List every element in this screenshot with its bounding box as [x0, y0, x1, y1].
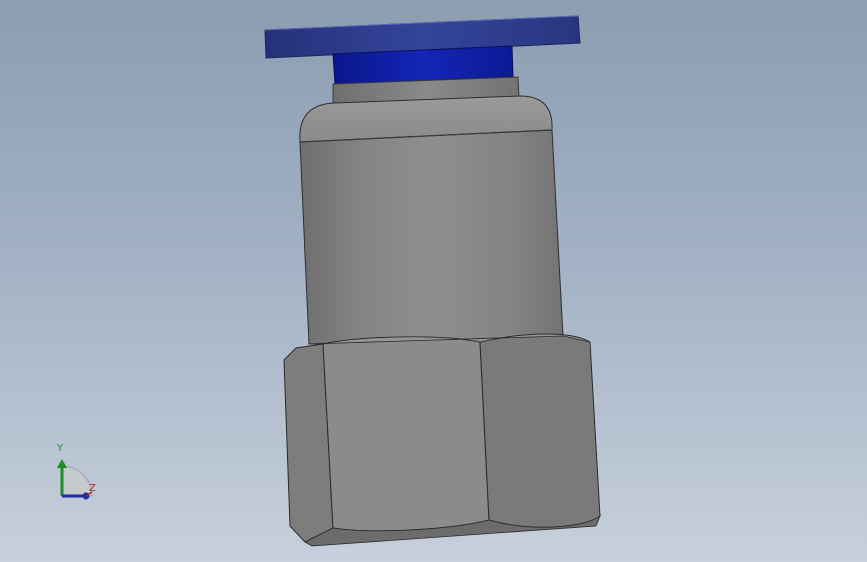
hex-nut[interactable]: [283, 333, 601, 547]
view-orientation-triad[interactable]: Y Z: [48, 440, 108, 510]
triad-y-label: Y: [57, 443, 64, 454]
push-in-fitting-model[interactable]: [0, 0, 867, 562]
body-cylinder[interactable]: [299, 95, 564, 345]
triad-z-label: Z: [89, 483, 96, 494]
graphics-viewport[interactable]: Y Z: [0, 0, 867, 562]
triad-y-arrowhead: [57, 459, 67, 468]
triad-plane-shade: [61, 465, 93, 497]
